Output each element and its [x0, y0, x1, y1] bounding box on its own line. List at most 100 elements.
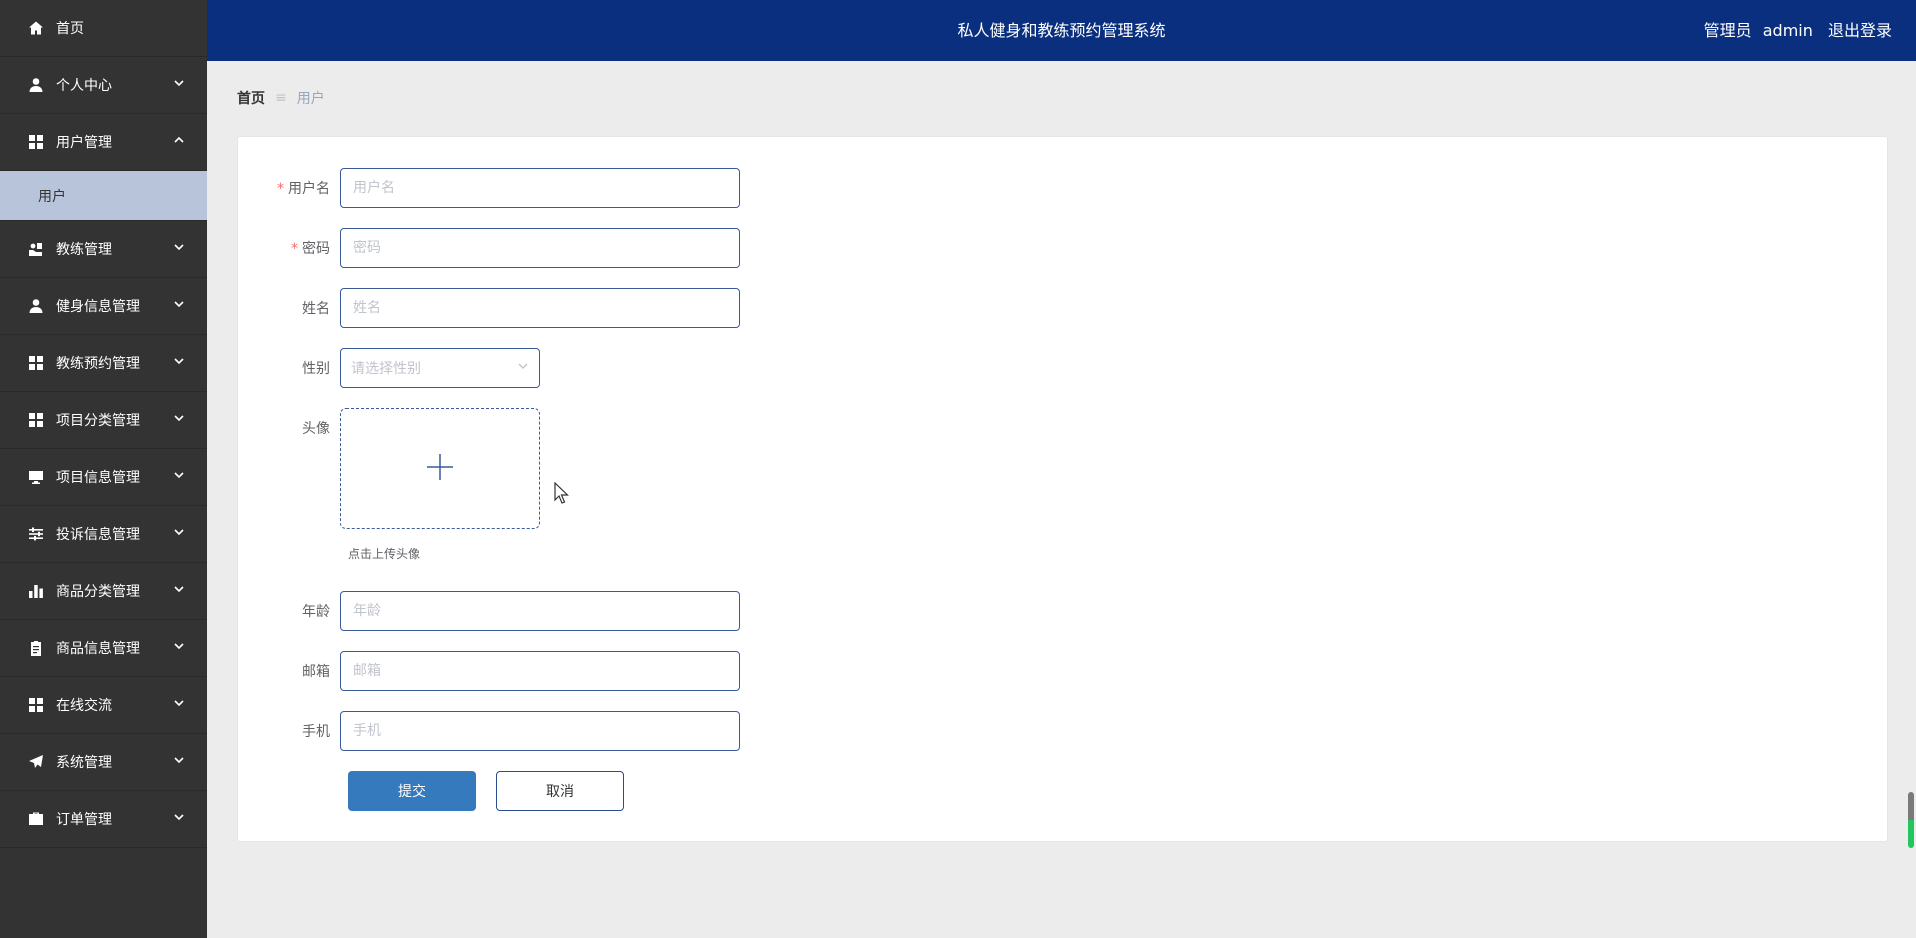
chevron-down-icon [173, 583, 185, 595]
sidebar-item-label: 用户管理 [56, 135, 112, 151]
chevron-down-icon [173, 355, 185, 367]
chevron-down-icon [173, 697, 185, 709]
sidebar-item-label: 在线交流 [56, 698, 112, 714]
breadcrumb-home[interactable]: 首页 [237, 88, 265, 108]
user-icon [28, 77, 44, 93]
chevron-down-icon [173, 469, 185, 481]
clipboard-icon [28, 640, 44, 656]
chevron-down-icon [173, 640, 185, 652]
password-input[interactable] [340, 228, 740, 268]
sidebar-item-system-management[interactable]: 系统管理 [0, 734, 207, 791]
submit-button[interactable]: 提交 [348, 771, 476, 811]
sidebar-item-personal-center[interactable]: 个人中心 [0, 57, 207, 114]
phone-label: 手机 [302, 724, 330, 740]
sidebar-item-fitness-info[interactable]: 健身信息管理 [0, 278, 207, 335]
avatar-label: 头像 [302, 421, 330, 437]
mouse-cursor-icon [554, 482, 569, 504]
password-label: * 密码 [291, 241, 330, 257]
top-header: 私人健身和教练预约管理系统 管理员 admin 退出登录 [207, 0, 1916, 61]
sidebar-item-label: 教练预约管理 [56, 356, 140, 372]
sidebar-item-complaint-info[interactable]: 投诉信息管理 [0, 506, 207, 563]
plus-icon [425, 452, 455, 486]
sidebar-item-label: 项目信息管理 [56, 470, 140, 486]
chevron-down-icon [173, 811, 185, 823]
chevron-down-icon [517, 360, 529, 376]
form-row-avatar: 头像 [238, 408, 540, 529]
gender-label: 性别 [302, 361, 330, 377]
age-input[interactable] [340, 591, 740, 631]
sidebar-subitem-label: 用户 [38, 188, 66, 205]
form-row-name: 姓名 [238, 288, 740, 328]
sliders-icon [28, 526, 44, 542]
breadcrumb: 首页 ≡ 用户 [237, 88, 325, 108]
sidebar-item-project-category[interactable]: 项目分类管理 [0, 392, 207, 449]
form-actions: 提交 取消 [348, 771, 624, 811]
sidebar-item-label: 商品分类管理 [56, 584, 140, 600]
grid-icon [28, 697, 44, 713]
sidebar-item-coach-management[interactable]: 教练管理 [0, 221, 207, 278]
username-label: admin [1762, 21, 1813, 40]
breadcrumb-current: 用户 [296, 91, 325, 107]
form-row-email: 邮箱 [238, 651, 740, 691]
briefcase-icon [28, 811, 44, 827]
user-info: 管理员 admin 退出登录 [1698, 0, 1892, 61]
avatar-upload[interactable] [340, 408, 540, 529]
username-label: * 用户名 [277, 181, 330, 197]
age-label: 年龄 [302, 604, 330, 620]
sidebar-item-user-management[interactable]: 用户管理 [0, 114, 207, 171]
chevron-down-icon [173, 241, 185, 253]
bar-chart-icon [28, 583, 44, 599]
form-row-age: 年龄 [238, 591, 740, 631]
sidebar-item-label: 教练管理 [56, 242, 112, 258]
breadcrumb-separator: ≡ [275, 90, 287, 106]
logout-button[interactable]: 退出登录 [1828, 21, 1892, 40]
chevron-down-icon [173, 754, 185, 766]
sidebar-item-online-chat[interactable]: 在线交流 [0, 677, 207, 734]
phone-input[interactable] [340, 711, 740, 751]
chevron-down-icon [173, 298, 185, 310]
sidebar-item-label: 健身信息管理 [56, 299, 140, 315]
cancel-button[interactable]: 取消 [496, 771, 624, 811]
chevron-up-icon [173, 134, 185, 146]
email-label: 邮箱 [302, 664, 330, 680]
system-title: 私人健身和教练预约管理系统 [957, 21, 1166, 40]
chevron-down-icon [173, 77, 185, 89]
avatar-upload-tip: 点击上传头像 [348, 547, 421, 561]
name-input[interactable] [340, 288, 740, 328]
grid-icon [28, 134, 44, 150]
sidebar-subitem-user[interactable]: 用户 [0, 171, 207, 221]
gender-select-placeholder: 请选择性别 [351, 361, 421, 377]
form-row-gender: 性别 请选择性别 [238, 348, 540, 388]
sidebar-item-goods-info[interactable]: 商品信息管理 [0, 620, 207, 677]
sidebar-item-label: 个人中心 [56, 78, 112, 94]
sidebar-item-label: 商品信息管理 [56, 641, 140, 657]
form-row-username: * 用户名 [238, 168, 740, 208]
email-input[interactable] [340, 651, 740, 691]
username-input[interactable] [340, 168, 740, 208]
sidebar-item-label: 投诉信息管理 [56, 527, 140, 543]
sidebar-item-order-management[interactable]: 订单管理 [0, 791, 207, 848]
page-scrollbar[interactable] [1908, 792, 1914, 848]
monitor-icon [28, 469, 44, 485]
sidebar: 首页 个人中心 用户管理 用户 教练管理 健身信息管理 教练预约管理 项目分类管… [0, 0, 207, 938]
chevron-down-icon [173, 526, 185, 538]
role-label: 管理员 [1703, 21, 1752, 40]
sidebar-item-home[interactable]: 首页 [0, 0, 207, 57]
sidebar-item-coach-booking[interactable]: 教练预约管理 [0, 335, 207, 392]
sidebar-item-goods-category[interactable]: 商品分类管理 [0, 563, 207, 620]
sidebar-item-label: 系统管理 [56, 755, 112, 771]
sidebar-item-label: 订单管理 [56, 812, 112, 828]
chevron-down-icon [173, 412, 185, 424]
sidebar-item-project-info[interactable]: 项目信息管理 [0, 449, 207, 506]
home-icon [28, 20, 44, 36]
grid-icon [28, 412, 44, 428]
sidebar-item-label: 首页 [56, 21, 84, 37]
required-mark: * [277, 181, 284, 197]
user-icon [28, 298, 44, 314]
required-mark: * [291, 241, 298, 257]
grid-icon [28, 355, 44, 371]
gender-select[interactable]: 请选择性别 [340, 348, 540, 388]
coach-icon [28, 241, 44, 257]
name-label: 姓名 [302, 301, 330, 317]
paper-plane-icon [28, 754, 44, 770]
